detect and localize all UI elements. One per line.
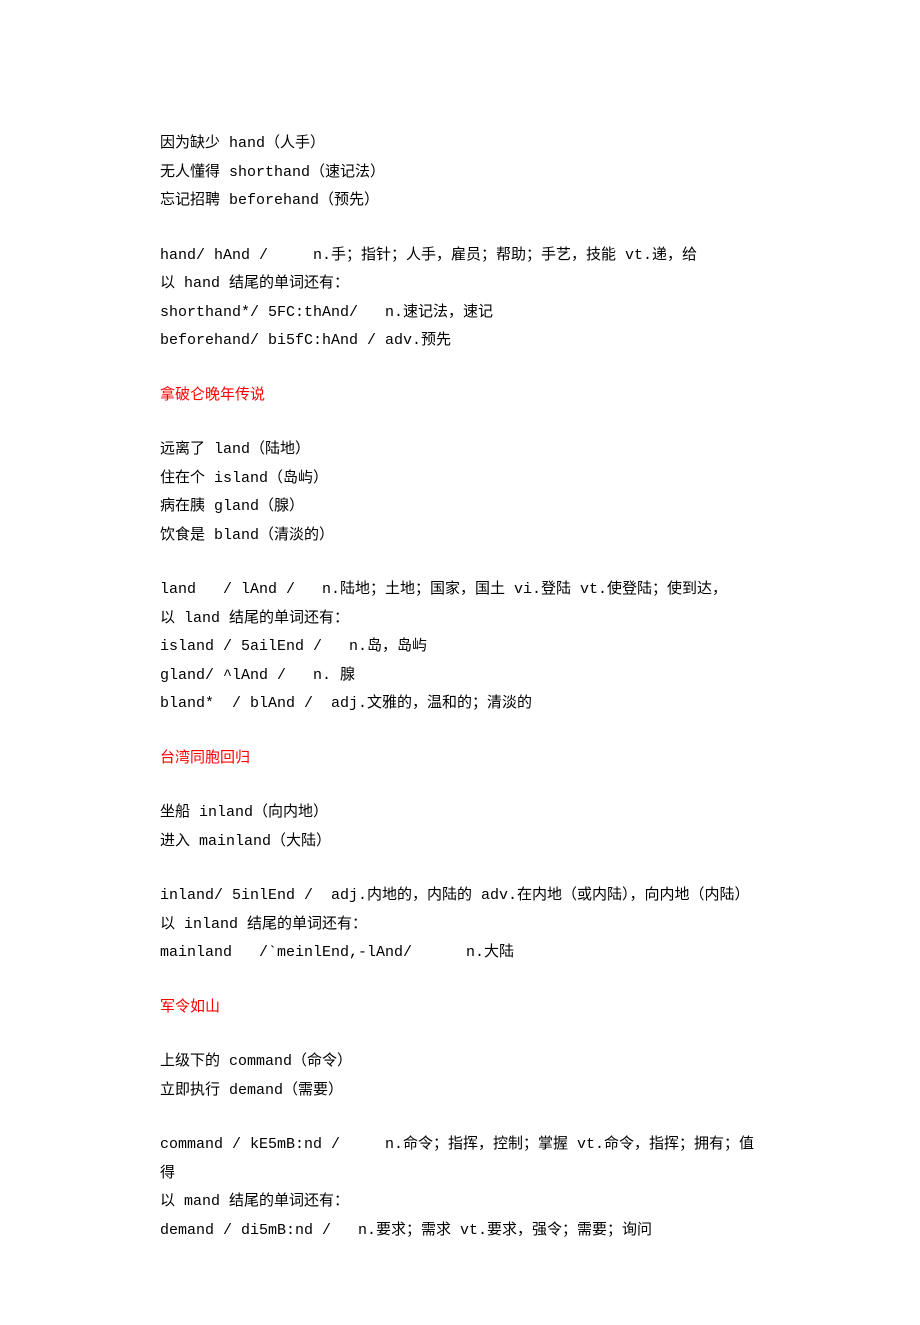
definition-line: beforehand/ bi5fC:hAnd / adv.预先 — [160, 327, 760, 356]
definition-line: mainland /`meinlEnd,-lAnd/ n.大陆 — [160, 939, 760, 968]
definition-line: gland/ ^lAnd / n. 腺 — [160, 662, 760, 691]
mnemonic-line: 住在个 island（岛屿） — [160, 465, 760, 494]
definition-line: demand / di5mB:nd / n.要求；需求 vt.要求，强令；需要；… — [160, 1217, 760, 1246]
mnemonic-line: 立即执行 demand（需要） — [160, 1077, 760, 1106]
definition-line: land / lAnd / n.陆地；土地；国家，国土 vi.登陆 vt.使登陆… — [160, 576, 760, 605]
mnemonic-line: 无人懂得 shorthand（速记法） — [160, 159, 760, 188]
blank-line — [160, 1105, 760, 1131]
section-heading: 台湾同胞回归 — [160, 745, 760, 774]
definition-line: command / kE5mB:nd / n.命令；指挥，控制；掌握 vt.命令… — [160, 1131, 760, 1188]
definition-line: hand/ hAnd / n.手；指针；人手，雇员；帮助；手艺，技能 vt.递，… — [160, 242, 760, 271]
definition-line: 以 land 结尾的单词还有： — [160, 605, 760, 634]
section-heading: 拿破仑晚年传说 — [160, 382, 760, 411]
mnemonic-line: 进入 mainland（大陆） — [160, 828, 760, 857]
mnemonic-line: 忘记招聘 beforehand（预先） — [160, 187, 760, 216]
definition-line: shorthand*/ 5FC:thAnd/ n.速记法，速记 — [160, 299, 760, 328]
mnemonic-line: 病在胰 gland（腺） — [160, 493, 760, 522]
definition-line: island / 5ailEnd / n.岛，岛屿 — [160, 633, 760, 662]
mnemonic-line: 上级下的 command（命令） — [160, 1048, 760, 1077]
definition-line: 以 inland 结尾的单词还有： — [160, 911, 760, 940]
document-page: 因为缺少 hand（人手） 无人懂得 shorthand（速记法） 忘记招聘 b… — [0, 0, 920, 1325]
mnemonic-line: 远离了 land（陆地） — [160, 436, 760, 465]
blank-line — [160, 216, 760, 242]
definition-line: inland/ 5inlEnd / adj.内地的，内陆的 adv.在内地（或内… — [160, 882, 760, 911]
mnemonic-line: 因为缺少 hand（人手） — [160, 130, 760, 159]
definition-line: 以 hand 结尾的单词还有： — [160, 270, 760, 299]
mnemonic-line: 坐船 inland（向内地） — [160, 799, 760, 828]
mnemonic-line: 饮食是 bland（清淡的） — [160, 522, 760, 551]
section-heading: 军令如山 — [160, 994, 760, 1023]
definition-line: 以 mand 结尾的单词还有： — [160, 1188, 760, 1217]
definition-line: bland* / blAnd / adj.文雅的，温和的；清淡的 — [160, 690, 760, 719]
blank-line — [160, 550, 760, 576]
blank-line — [160, 856, 760, 882]
